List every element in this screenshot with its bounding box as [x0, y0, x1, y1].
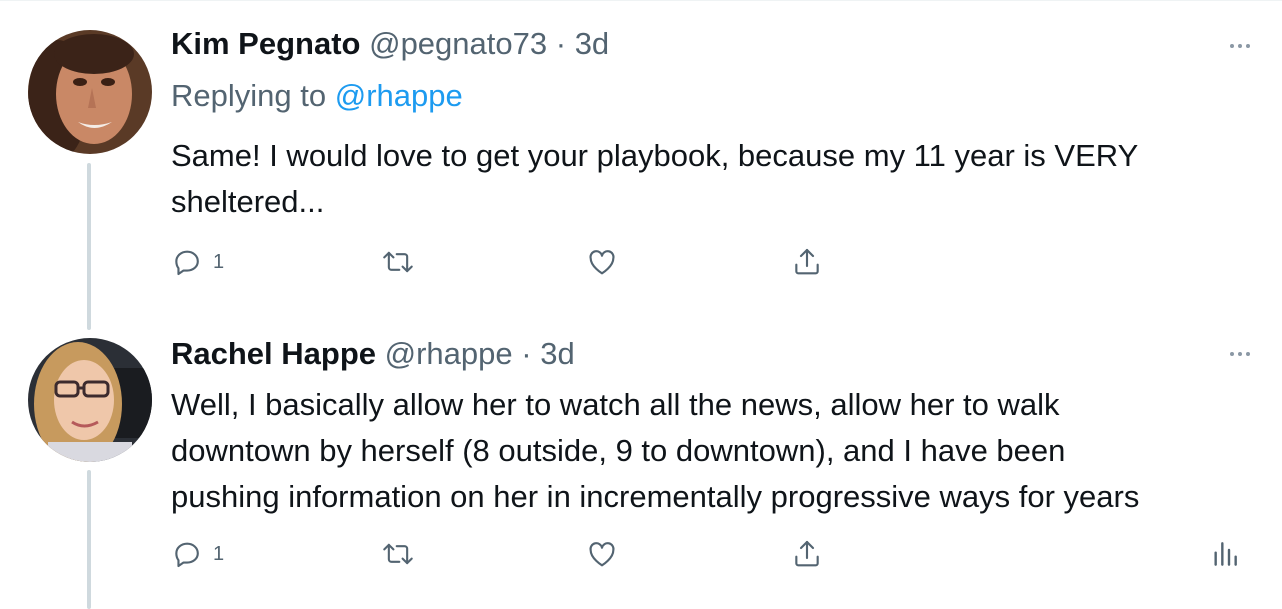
share-button[interactable]: [791, 242, 823, 282]
reply-icon: [175, 250, 199, 276]
like-button[interactable]: [586, 242, 618, 282]
author-name[interactable]: Rachel Happe: [171, 336, 376, 371]
share-icon: [795, 248, 819, 275]
author-handle[interactable]: @rhappe: [385, 336, 513, 371]
tweet-text-line: downtown by herself (8 outside, 9 to dow…: [171, 433, 1066, 468]
retweet-button[interactable]: [381, 242, 415, 282]
tweet-header: Rachel Happe @rhappe · 3d: [171, 336, 575, 372]
more-icon[interactable]: [1222, 36, 1258, 56]
like-button[interactable]: [586, 534, 618, 574]
replying-to: Replying to @rhappe: [171, 78, 463, 114]
tweet-text-line: sheltered...: [171, 184, 325, 219]
like-icon: [589, 250, 615, 275]
like-icon: [589, 542, 615, 567]
author-handle[interactable]: @pegnato73: [369, 26, 547, 61]
tweet-text-line: Well, I basically allow her to watch all…: [171, 387, 1060, 422]
mention-link[interactable]: @rhappe: [335, 78, 463, 113]
separator-dot: ·: [555, 26, 567, 61]
action-bar: 1: [171, 534, 1251, 574]
share-icon: [795, 540, 819, 567]
more-icon[interactable]: [1222, 344, 1258, 364]
avatar[interactable]: [28, 30, 152, 154]
reply-count: 1: [213, 542, 225, 565]
author-name[interactable]: Kim Pegnato: [171, 26, 360, 61]
tweet-kim-pegnato[interactable]: Kim Pegnato @pegnato73 · 3d Replying to …: [0, 0, 1282, 330]
tweet-header: Kim Pegnato @pegnato73 · 3d: [171, 26, 609, 62]
tweet-text: Same! I would love to get your playbook,…: [171, 133, 1251, 225]
reply-button[interactable]: 1: [171, 242, 224, 282]
tweet-text: Well, I basically allow her to watch all…: [171, 382, 1251, 520]
tweet-text-line: Same! I would love to get your playbook,…: [171, 138, 1139, 173]
analytics-icon: [1214, 542, 1237, 566]
replying-label: Replying to: [171, 78, 327, 113]
reply-count: 1: [213, 250, 225, 273]
tweet-text-line: pushing information on her in incrementa…: [171, 479, 1140, 514]
reply-icon: [175, 542, 199, 568]
retweet-button[interactable]: [381, 534, 415, 574]
reply-button[interactable]: 1: [171, 534, 224, 574]
separator-dot: ·: [521, 336, 532, 371]
tweet-rachel-happe[interactable]: Rachel Happe @rhappe · 3d Well, I basica…: [0, 330, 1282, 609]
retweet-icon: [383, 251, 413, 273]
retweet-icon: [383, 543, 413, 565]
thread-line: [87, 470, 91, 609]
action-bar: 1: [171, 242, 1251, 282]
analytics-button[interactable]: [1211, 534, 1239, 574]
share-button[interactable]: [791, 534, 823, 574]
avatar[interactable]: [28, 338, 152, 462]
thread-line: [87, 163, 91, 330]
timestamp[interactable]: 3d: [540, 336, 574, 371]
timestamp[interactable]: 3d: [575, 26, 609, 61]
